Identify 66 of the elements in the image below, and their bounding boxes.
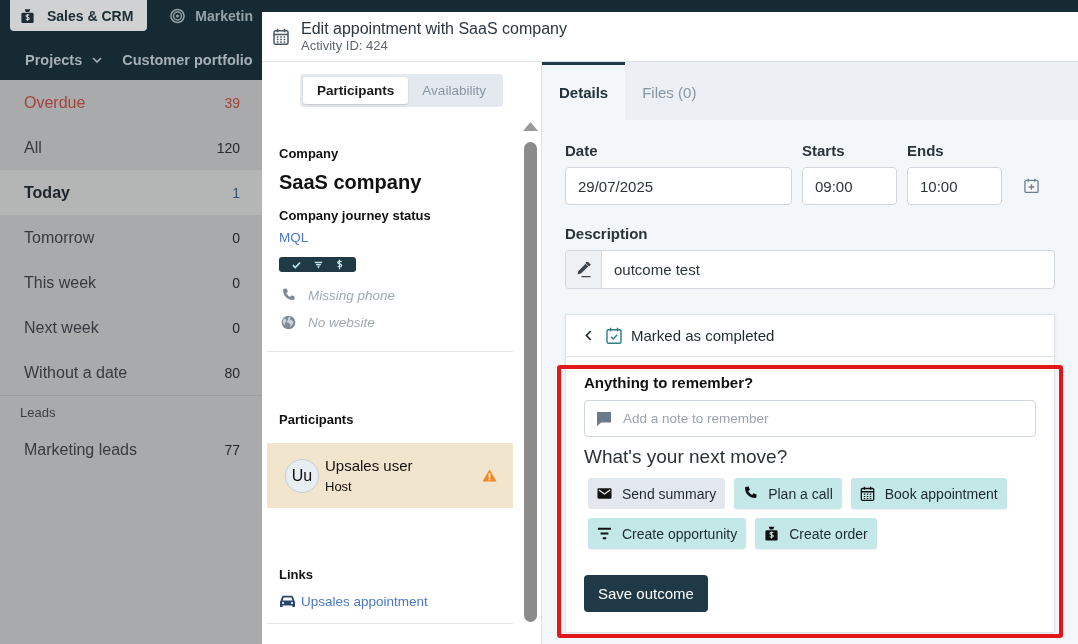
scrollbar-thumb[interactable]: [523, 142, 537, 622]
participant-name: Upsales user: [325, 456, 414, 475]
action-button[interactable]: Plan a call: [734, 478, 842, 509]
funnel-icon: [314, 260, 323, 269]
money-bag-icon: [20, 7, 35, 24]
completion-status: Marked as completed: [631, 327, 775, 344]
sidebar-item[interactable]: Today 1: [0, 170, 262, 215]
sidebar-item[interactable]: Next week 0: [0, 305, 262, 350]
car-icon: [279, 594, 296, 608]
note-label: Anything to remember?: [584, 374, 755, 392]
activity-id: Activity ID: 424: [301, 38, 389, 54]
contact-info-text: No website: [308, 314, 375, 330]
avatar: Uu: [285, 458, 319, 493]
next-move-heading: What's your next move?: [584, 446, 789, 468]
appointment-link[interactable]: Upsales appointment: [301, 593, 428, 609]
dollar-icon: [336, 259, 344, 270]
field-label: Starts: [802, 142, 846, 160]
journey-status-link[interactable]: MQL: [279, 230, 309, 246]
check-icon: [291, 260, 301, 269]
sidebar-item[interactable]: This week 0: [0, 260, 262, 305]
calendar-check-icon: [606, 327, 622, 344]
pencil-icon: [575, 261, 592, 278]
nav-tab[interactable]: Sales & CRM: [10, 0, 148, 31]
sidebar-item[interactable]: Without a date 80: [0, 350, 262, 395]
sidebar-section-title: Leads: [19, 404, 57, 422]
nav-tab[interactable]: Marketin: [160, 0, 253, 31]
participant-role: Host: [325, 478, 353, 495]
caret-icon: [92, 57, 103, 63]
action-button[interactable]: Book appointment: [850, 478, 1007, 509]
scroll-up-arrow-icon[interactable]: [522, 122, 538, 131]
field-label: Description: [565, 225, 649, 243]
calendar-icon: [859, 486, 875, 501]
input-field[interactable]: 09:00: [802, 167, 897, 205]
action-button[interactable]: Send summary: [588, 478, 726, 509]
section-label: Company: [279, 146, 340, 162]
field-label: Company journey status: [279, 208, 432, 224]
phone-icon: [281, 287, 296, 303]
input-field[interactable]: 10:00: [907, 167, 1002, 205]
action-button[interactable]: Create opportunity: [588, 518, 747, 549]
action-button[interactable]: Create order: [755, 518, 877, 549]
chevron-left-icon[interactable]: [585, 330, 592, 341]
save-outcome-button[interactable]: Save outcome: [584, 575, 708, 612]
sidebar-item[interactable]: Tomorrow 0: [0, 215, 262, 260]
modal-title: Edit appointment with SaaS company: [301, 19, 567, 38]
calendar-icon: [273, 28, 289, 45]
comment-icon: [596, 410, 612, 427]
input-field[interactable]: 29/07/2025: [565, 167, 792, 205]
company-name: SaaS company: [279, 170, 423, 194]
segment-tab[interactable]: Participants: [303, 76, 409, 104]
funnel-icon: [597, 526, 612, 541]
section-label: Participants: [279, 412, 355, 428]
nav-link[interactable]: Customer portfolio: [122, 52, 253, 68]
contact-info-text: Missing phone: [308, 287, 396, 303]
tab[interactable]: Details: [542, 62, 626, 120]
sidebar-item[interactable]: All 120: [0, 125, 262, 170]
globe-icon: [281, 314, 296, 330]
envelope-icon: [597, 486, 612, 501]
field-label: Date: [565, 142, 599, 160]
money-bag-icon: [764, 526, 780, 541]
nav-link[interactable]: Projects: [25, 52, 103, 68]
field-label: Ends: [907, 142, 945, 160]
target-icon: [170, 7, 186, 24]
calendar-plus-icon[interactable]: [1024, 178, 1039, 193]
section-label: Links: [279, 567, 314, 583]
sidebar-item[interactable]: Marketing leads 77: [0, 427, 262, 472]
phone-icon: [743, 486, 759, 501]
